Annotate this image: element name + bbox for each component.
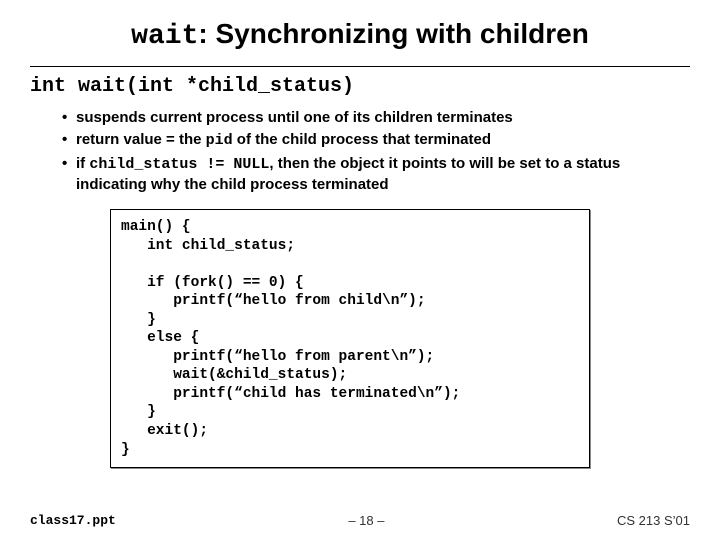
bullet-text: of the child process that terminated xyxy=(233,131,491,148)
bullet-item: if child_status != NULL, then the object… xyxy=(62,154,690,196)
footer-filename: class17.ppt xyxy=(30,513,116,528)
bullet-item: suspends current process until one of it… xyxy=(62,108,690,128)
code-box: main() { int child_status; if (fork() ==… xyxy=(110,209,590,468)
bullet-mono: pid xyxy=(206,132,233,149)
footer-course: CS 213 S’01 xyxy=(617,513,690,528)
footer-page: – 18 – xyxy=(348,513,384,528)
bullet-text: suspends current process until one of it… xyxy=(76,109,513,126)
title-mono: wait xyxy=(131,21,198,52)
code-content: main() { int child_status; if (fork() ==… xyxy=(121,218,579,459)
bullet-text: if xyxy=(76,155,89,172)
slide-title: wait: Synchronizing with children xyxy=(30,18,690,52)
slide-footer: class17.ppt – 18 – CS 213 S’01 xyxy=(30,513,690,528)
function-signature: int wait(int *child_status) xyxy=(30,75,690,98)
bullet-text: return value = the xyxy=(76,131,206,148)
bullet-list: suspends current process until one of it… xyxy=(62,108,690,195)
title-divider xyxy=(30,66,690,67)
bullet-item: return value = the pid of the child proc… xyxy=(62,130,690,151)
title-rest: : Synchronizing with children xyxy=(198,18,588,49)
bullet-mono: child_status != NULL xyxy=(89,156,269,173)
